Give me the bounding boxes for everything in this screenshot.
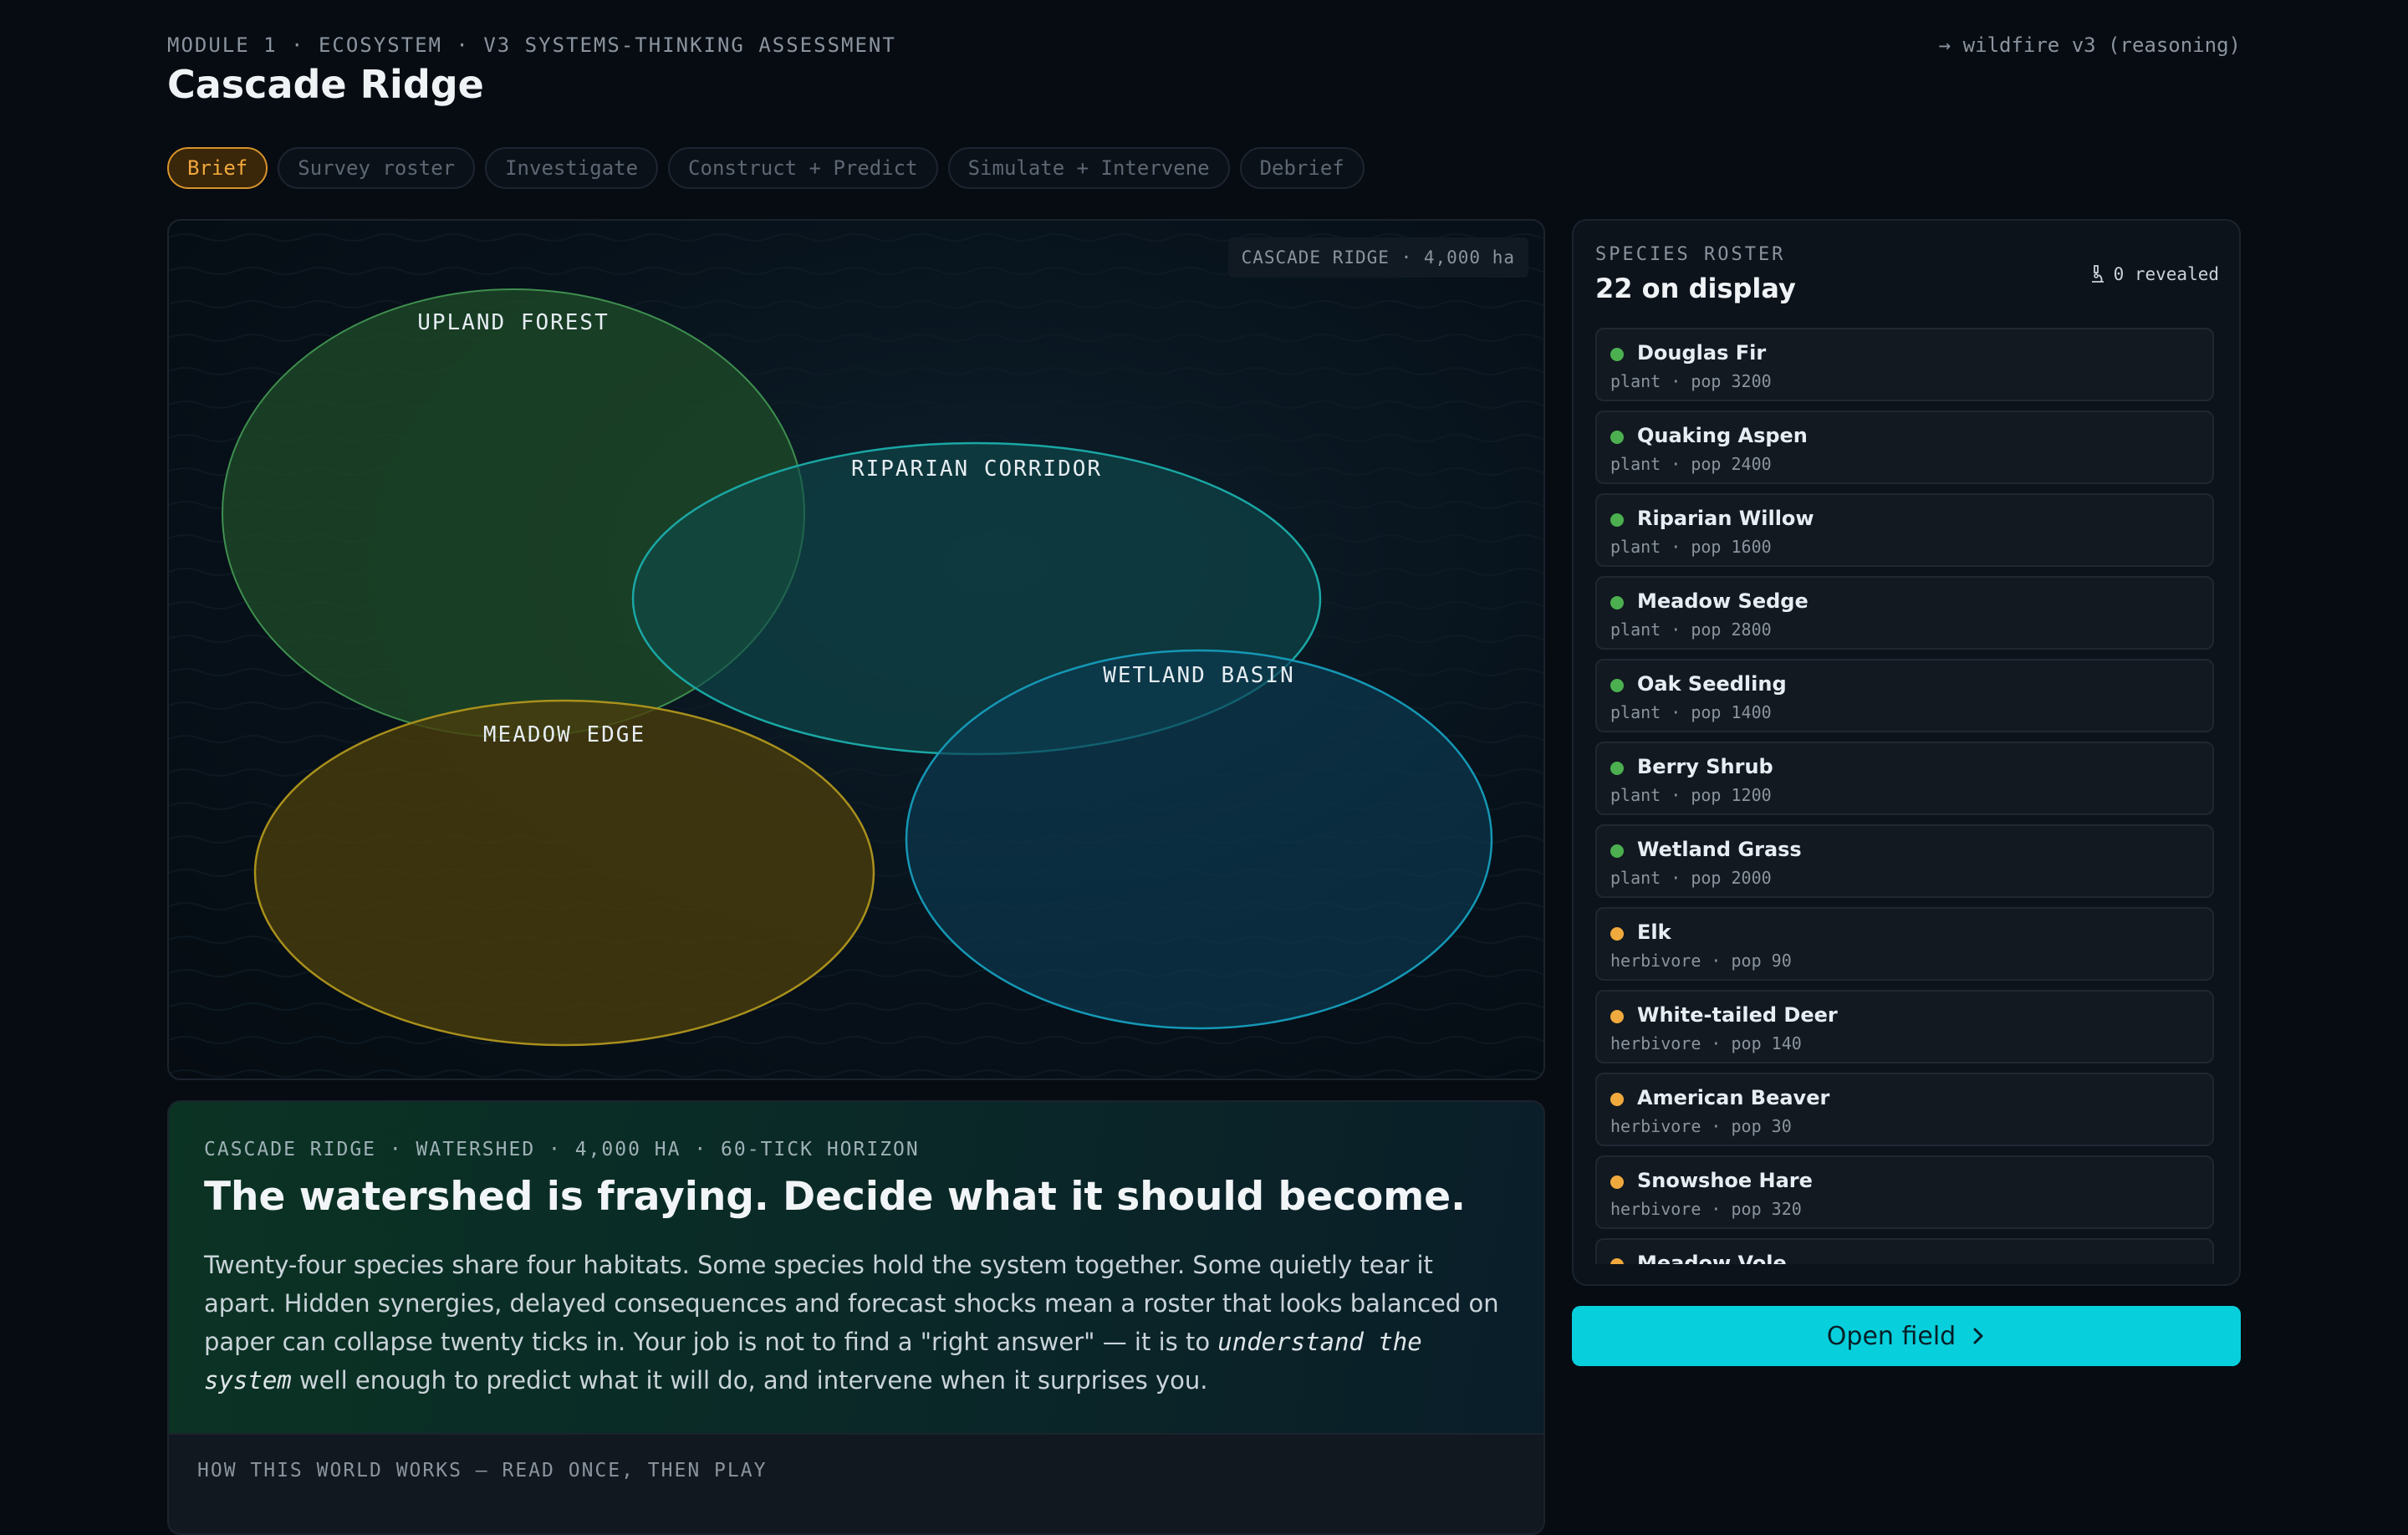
species-meta: plant · pop 2800 xyxy=(1610,620,1772,640)
species-card[interactable]: Douglas Fir plant · pop 3200 xyxy=(1595,328,2214,401)
how-world-works-label: HOW THIS WORLD WORKS — READ ONCE, THEN P… xyxy=(197,1460,768,1481)
chevron-right-icon xyxy=(1973,1328,1983,1344)
roster-count: 22 on display xyxy=(1595,273,1796,304)
how-world-works-section[interactable]: HOW THIS WORLD WORKS — READ ONCE, THEN P… xyxy=(169,1433,1543,1533)
species-meta: plant · pop 2400 xyxy=(1610,454,1772,474)
species-name: Berry Shrub xyxy=(1637,755,1773,778)
roster-kicker: SPECIES ROSTER xyxy=(1595,244,1786,265)
species-name: Oak Seedling xyxy=(1637,672,1787,696)
habitat-map-canvas: UPLAND FOREST RIPARIAN CORRIDOR MEADOW E… xyxy=(169,221,1543,1079)
habitat-label-riparian-corridor: RIPARIAN CORRIDOR xyxy=(851,456,1102,482)
plant-dot-icon xyxy=(1610,348,1624,361)
open-field-button[interactable]: Open field xyxy=(1572,1306,2241,1366)
tab-investigate[interactable]: Investigate xyxy=(485,147,659,189)
tab-brief[interactable]: Brief xyxy=(167,147,268,189)
brief-body: Twenty-four species share four habitats.… xyxy=(204,1246,1508,1400)
tab-debrief[interactable]: Debrief xyxy=(1239,147,1365,189)
species-card[interactable]: Meadow Sedge plant · pop 2800 xyxy=(1595,576,2214,650)
species-name: Meadow Sedge xyxy=(1637,589,1809,613)
species-name: White-tailed Deer xyxy=(1637,1003,1838,1027)
species-card[interactable]: Elk herbivore · pop 90 xyxy=(1595,907,2214,981)
species-meta: plant · pop 1600 xyxy=(1610,537,1772,557)
model-mode-link[interactable]: → wildfire v3 (reasoning) xyxy=(1939,33,2241,57)
brief-headline: The watershed is fraying. Decide what it… xyxy=(204,1174,1466,1220)
species-meta: herbivore · pop 320 xyxy=(1610,1199,1802,1219)
species-card[interactable]: American Beaver herbivore · pop 30 xyxy=(1595,1073,2214,1146)
revealed-count: 0 revealed xyxy=(2113,264,2219,284)
species-name: Snowshoe Hare xyxy=(1637,1169,1813,1192)
species-roster-panel: SPECIES ROSTER 22 on display 0 revealed … xyxy=(1572,219,2241,1286)
tab-construct-predict[interactable]: Construct + Predict xyxy=(668,147,938,189)
app-root: MODULE 1 · ECOSYSTEM · V3 SYSTEMS-THINKI… xyxy=(167,0,2241,1535)
species-card[interactable]: Oak Seedling plant · pop 1400 xyxy=(1595,659,2214,732)
species-card[interactable]: Quaking Aspen plant · pop 2400 xyxy=(1595,411,2214,484)
species-list[interactable]: Douglas Fir plant · pop 3200 Quaking Aspe… xyxy=(1595,328,2214,1264)
species-meta: herbivore · pop 90 xyxy=(1610,951,1792,971)
species-name: Meadow Vole xyxy=(1637,1252,1787,1264)
herbivore-dot-icon xyxy=(1610,1093,1624,1106)
species-name: American Beaver xyxy=(1637,1086,1830,1109)
species-meta: plant · pop 1400 xyxy=(1610,702,1772,722)
plant-dot-icon xyxy=(1610,762,1624,775)
open-field-label: Open field xyxy=(1826,1321,1956,1351)
species-card[interactable]: Meadow Vole xyxy=(1595,1238,2214,1264)
species-name: Riparian Willow xyxy=(1637,507,1814,530)
herbivore-dot-icon xyxy=(1610,1010,1624,1023)
species-card[interactable]: Berry Shrub plant · pop 1200 xyxy=(1595,742,2214,815)
phase-tabs: Brief Survey roster Investigate Construc… xyxy=(167,147,1365,189)
herbivore-dot-icon xyxy=(1610,1258,1624,1264)
species-name: Quaking Aspen xyxy=(1637,424,1808,447)
species-name: Wetland Grass xyxy=(1637,838,1802,861)
species-meta: plant · pop 1200 xyxy=(1610,785,1772,805)
species-card[interactable]: Wetland Grass plant · pop 2000 xyxy=(1595,824,2214,898)
habitat-meadow-edge[interactable] xyxy=(253,699,875,1047)
species-meta: herbivore · pop 30 xyxy=(1610,1116,1792,1136)
species-meta: plant · pop 2000 xyxy=(1610,868,1772,888)
species-name: Douglas Fir xyxy=(1637,341,1767,365)
module-eyebrow: MODULE 1 · ECOSYSTEM · V3 SYSTEMS-THINKI… xyxy=(167,33,896,57)
habitat-label-upland-forest: UPLAND FOREST xyxy=(417,310,610,335)
habitat-label-wetland-basin: WETLAND BASIN xyxy=(1103,663,1295,688)
plant-dot-icon xyxy=(1610,679,1624,692)
brief-body-text-end: well enough to predict what it will do, … xyxy=(291,1366,1208,1395)
tab-simulate-intervene[interactable]: Simulate + Intervene xyxy=(947,147,1230,189)
map-area-badge: CASCADE RIDGE · 4,000 ha xyxy=(1227,237,1528,278)
herbivore-dot-icon xyxy=(1610,927,1624,941)
species-card[interactable]: Riparian Willow plant · pop 1600 xyxy=(1595,493,2214,567)
brief-meta: CASCADE RIDGE · WATERSHED · 4,000 HA · 6… xyxy=(204,1139,920,1160)
brief-card: CASCADE RIDGE · WATERSHED · 4,000 HA · 6… xyxy=(167,1100,1545,1535)
species-name: Elk xyxy=(1637,920,1671,944)
species-card[interactable]: Snowshoe Hare herbivore · pop 320 xyxy=(1595,1155,2214,1229)
revealed-counter: 0 revealed xyxy=(2089,264,2219,284)
herbivore-dot-icon xyxy=(1610,1175,1624,1189)
species-meta: plant · pop 3200 xyxy=(1610,371,1772,391)
page-title: Cascade Ridge xyxy=(167,62,484,107)
habitat-map[interactable]: UPLAND FOREST RIPARIAN CORRIDOR MEADOW E… xyxy=(167,219,1545,1080)
microscope-icon xyxy=(2091,265,2104,283)
habitat-wetland-basin[interactable] xyxy=(905,649,1493,1030)
tab-survey-roster[interactable]: Survey roster xyxy=(278,147,476,189)
species-card[interactable]: White-tailed Deer herbivore · pop 140 xyxy=(1595,990,2214,1063)
species-meta: herbivore · pop 140 xyxy=(1610,1033,1802,1053)
plant-dot-icon xyxy=(1610,431,1624,444)
plant-dot-icon xyxy=(1610,844,1624,858)
plant-dot-icon xyxy=(1610,513,1624,527)
habitat-label-meadow-edge: MEADOW EDGE xyxy=(483,722,645,747)
plant-dot-icon xyxy=(1610,596,1624,609)
